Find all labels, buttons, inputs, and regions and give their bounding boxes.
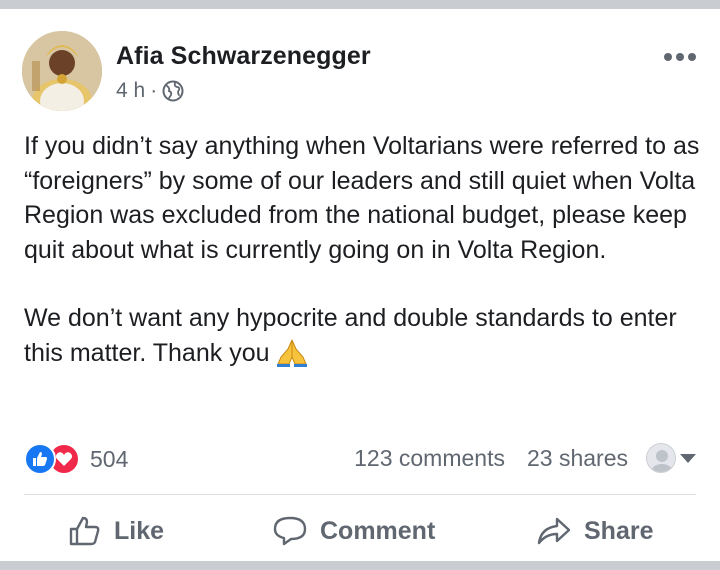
more-dot: [688, 53, 696, 61]
post-paragraph-2: We don’t want any hypocrite and double s…: [24, 301, 704, 370]
like-label: Like: [114, 516, 165, 545]
viewer-selector[interactable]: [646, 443, 696, 473]
more-dot: [664, 53, 672, 61]
comment-button[interactable]: Comment: [272, 501, 435, 561]
reactions-summary[interactable]: 504: [24, 443, 128, 475]
like-button[interactable]: Like: [68, 501, 164, 561]
shares-count-link[interactable]: 23 shares: [527, 445, 628, 472]
share-icon: [537, 517, 571, 545]
chevron-down-icon: [680, 453, 696, 463]
viewer-avatar-icon: [646, 443, 676, 473]
more-options-icon[interactable]: [664, 49, 696, 65]
post-stats: 504 123 comments 23 shares: [24, 441, 696, 477]
like-reaction-icon: [24, 443, 56, 475]
post-time[interactable]: 4 h: [116, 79, 145, 103]
globe-icon[interactable]: [162, 80, 184, 102]
post-body: If you didn’t say anything when Voltaria…: [24, 129, 704, 370]
post-meta: 4 h ·: [116, 79, 184, 103]
meta-separator: ·: [150, 79, 158, 102]
post-card: Afia Schwarzenegger 4 h · If you didn’t …: [0, 9, 720, 561]
author-name[interactable]: Afia Schwarzenegger: [116, 42, 371, 71]
comment-icon: [273, 516, 307, 546]
comments-count-link[interactable]: 123 comments: [354, 445, 505, 472]
folded-hands-emoji-icon: [274, 337, 310, 367]
more-dot: [676, 53, 684, 61]
post-actions: Like Comment Share: [24, 501, 696, 561]
share-button[interactable]: Share: [536, 501, 653, 561]
stats-right: 123 comments 23 shares: [354, 443, 696, 473]
author-avatar[interactable]: [22, 31, 102, 111]
share-label: Share: [584, 516, 654, 545]
thumbs-up-icon: [69, 516, 100, 546]
reaction-count: 504: [90, 445, 129, 472]
actions-divider: [24, 494, 696, 495]
post-paragraph-2-text: We don’t want any hypocrite and double s…: [24, 304, 677, 367]
post-paragraph-1: If you didn’t say anything when Voltaria…: [24, 132, 700, 264]
comment-label: Comment: [320, 516, 436, 545]
